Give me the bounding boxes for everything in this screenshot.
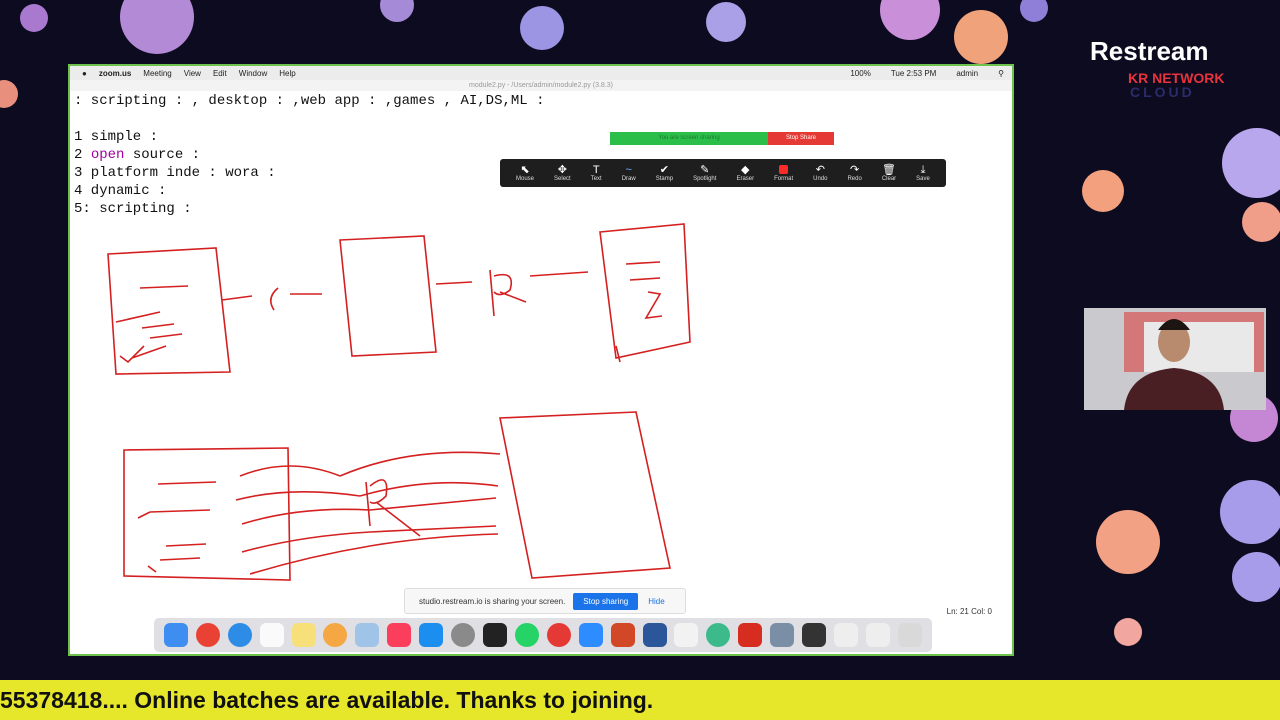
notes-icon[interactable] — [291, 623, 316, 647]
share-message: studio.restream.io is sharing your scree… — [419, 596, 566, 606]
textedit-icon[interactable] — [674, 623, 699, 647]
spotlight-icon: ✎ — [700, 164, 710, 176]
stop-sharing-button[interactable]: Stop sharing — [573, 592, 639, 610]
tool-eraser[interactable]: ◆ Eraser — [736, 164, 754, 182]
bg-bubble — [954, 10, 1008, 64]
news-ticker: 55378418.... Online batches are availabl… — [0, 680, 1280, 720]
bg-bubble — [520, 6, 564, 50]
bg-bubble — [1114, 618, 1142, 646]
bg-bubble — [1096, 510, 1160, 574]
tool-select[interactable]: ✥ Select — [554, 164, 571, 182]
mouse-icon: ⬉ — [520, 164, 530, 176]
bg-bubble — [380, 0, 414, 22]
bg-bubble — [20, 4, 48, 32]
tool-format[interactable]: Format — [774, 164, 793, 182]
whatsapp-icon[interactable] — [514, 623, 539, 647]
safari-icon[interactable] — [227, 623, 252, 647]
bg-bubble — [1222, 128, 1280, 198]
bg-bubble — [1220, 480, 1280, 544]
undo-icon: ↶ — [815, 164, 825, 176]
bg-bubble — [1020, 0, 1048, 22]
restream-logo: Restream — [1090, 36, 1209, 66]
annotation-drawing — [107, 223, 691, 581]
bg-bubble — [880, 0, 940, 40]
tool-stamp[interactable]: ✔ Stamp — [656, 164, 673, 182]
mail-icon[interactable] — [546, 623, 571, 647]
tool-undo[interactable]: ↶ Undo — [813, 164, 827, 182]
image-capture-icon[interactable] — [770, 623, 795, 647]
settings-icon[interactable] — [451, 623, 476, 647]
terminal-icon[interactable] — [483, 623, 508, 647]
text-icon: T — [592, 164, 600, 176]
zoom-icon[interactable] — [578, 623, 603, 647]
save-icon: ⤓ — [920, 164, 926, 176]
trash-icon[interactable] — [897, 623, 922, 647]
bg-bubble — [706, 2, 746, 42]
mac-dock — [154, 618, 932, 652]
redo-icon: ↷ — [850, 164, 860, 176]
app-store-icon[interactable] — [419, 623, 444, 647]
stop-share-button[interactable]: Stop Share — [768, 132, 834, 145]
document-icon[interactable] — [833, 623, 858, 647]
photos-icon[interactable] — [323, 623, 348, 647]
preview-icon[interactable] — [355, 623, 380, 647]
trash-icon: 🗑 — [882, 164, 896, 176]
atom-icon[interactable] — [706, 623, 731, 647]
file-icon[interactable] — [802, 623, 827, 647]
bg-bubble — [120, 0, 194, 54]
bg-bubble — [0, 80, 18, 108]
hide-button[interactable]: Hide — [648, 597, 664, 606]
annotation-toolbar: ⬉ Mouse ✥ Select T Text ~ Draw ✔ Stamp ✎ Spotl… — [500, 159, 946, 187]
stamp-icon: ✔ — [659, 164, 670, 176]
editor-status: Ln: 21 Col: 0 — [946, 607, 992, 616]
powerpoint-icon[interactable] — [610, 623, 635, 647]
eraser-icon: ◆ — [741, 164, 750, 176]
tool-redo[interactable]: ↷ Redo — [847, 164, 861, 182]
network-sub: CLOUD — [1130, 84, 1195, 100]
format-color-icon — [779, 164, 789, 174]
chrome-icon[interactable] — [195, 623, 220, 647]
tool-mouse[interactable]: ⬉ Mouse — [516, 164, 534, 182]
shared-screen: ● zoom.us Meeting View Edit Window Help … — [68, 64, 1014, 656]
tool-text[interactable]: T Text — [591, 164, 602, 182]
tool-clear[interactable]: 🗑 Clear — [882, 164, 896, 182]
draw-icon: ~ — [625, 164, 632, 176]
tool-save[interactable]: ⤓ Save — [916, 164, 930, 182]
bg-bubble — [1242, 202, 1280, 242]
bg-bubble — [1082, 170, 1124, 212]
music-icon[interactable] — [387, 623, 412, 647]
select-icon: ✥ — [557, 164, 567, 176]
share-popup: studio.restream.io is sharing your scree… — [404, 588, 686, 614]
presenter-webcam — [1084, 308, 1266, 410]
screen-share-banner: You are screen sharing Stop Share — [610, 132, 834, 145]
acrobat-icon[interactable] — [738, 623, 763, 647]
word-icon[interactable] — [642, 623, 667, 647]
document-icon[interactable] — [865, 623, 890, 647]
tool-draw[interactable]: ~ Draw — [622, 164, 636, 182]
finder-icon[interactable] — [163, 623, 188, 647]
presenter-video — [1084, 308, 1266, 410]
bg-bubble — [1232, 552, 1280, 602]
tool-spotlight[interactable]: ✎ Spotlight — [693, 164, 716, 182]
sharing-status: You are screen sharing — [610, 132, 768, 145]
calendar-icon[interactable] — [259, 623, 284, 647]
